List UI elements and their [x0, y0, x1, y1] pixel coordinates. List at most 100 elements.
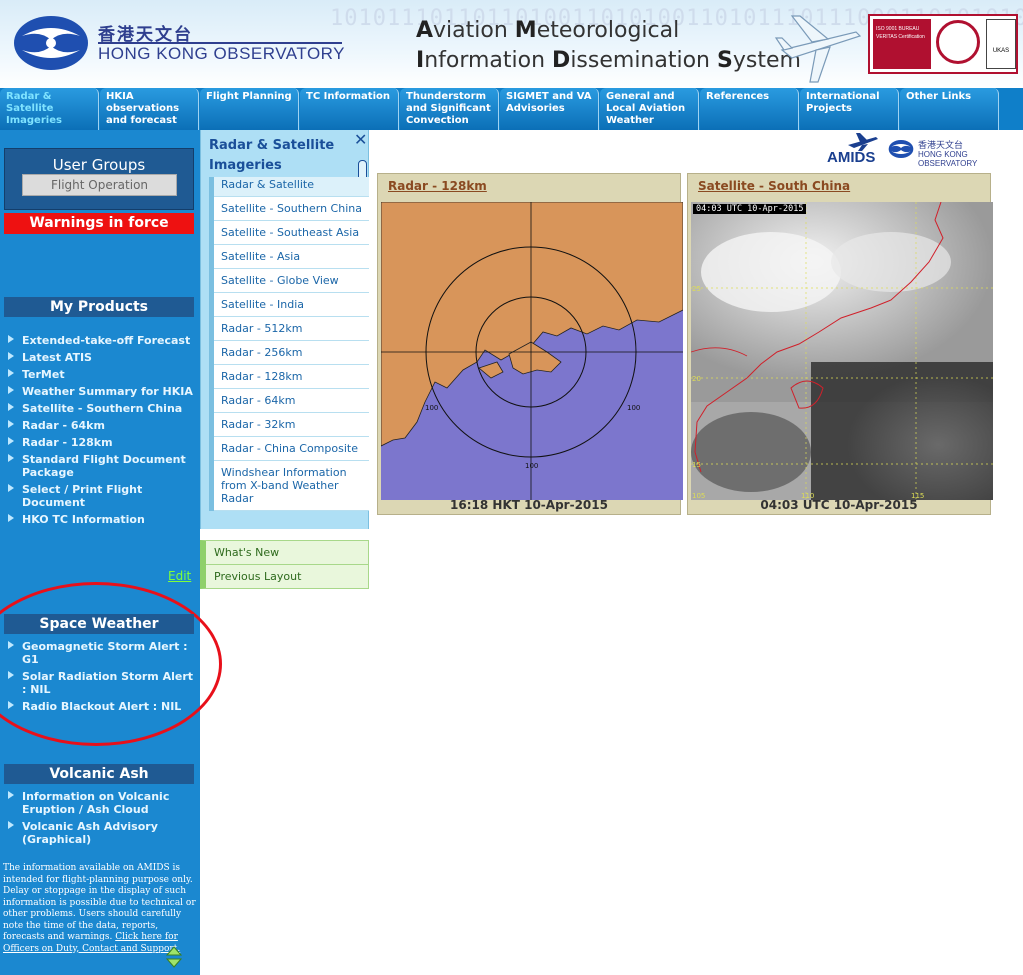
list-item[interactable]: Standard Flight Document Package: [5, 453, 195, 479]
list-item[interactable]: Volcanic Ash Advisory (Graphical): [5, 820, 195, 846]
submenu-title: Radar & Satellite Imageries: [209, 138, 335, 173]
satellite-panel-title-link[interactable]: Satellite - South China: [698, 179, 850, 193]
system-title-line1: Aviation Meteorological: [416, 18, 680, 43]
submenu-item[interactable]: Radar - 128km: [214, 365, 369, 389]
arrow-icon: [8, 437, 14, 445]
submenu-item[interactable]: Radar - China Composite: [214, 437, 369, 461]
airplane-icon: [774, 15, 862, 83]
tab-tc-information[interactable]: TC Information: [300, 88, 399, 130]
tab-sigmet-va[interactable]: SIGMET and VA Advisories: [500, 88, 599, 130]
tab-general-aviation-weather[interactable]: General and Local Aviation Weather: [600, 88, 699, 130]
tab-thunderstorm[interactable]: Thunderstorm and Significant Convection: [400, 88, 499, 130]
radar-ring-label: 100: [425, 404, 438, 412]
list-item[interactable]: Satellite - Southern China: [5, 402, 195, 415]
left-sidebar: User Groups Flight Operation Warnings in…: [0, 130, 222, 975]
tab-radar-satellite[interactable]: Radar & Satellite Imageries: [0, 88, 99, 130]
certification-seal-icon: [936, 20, 980, 64]
my-products-list: Extended-take-off Forecast Latest ATIS T…: [5, 334, 195, 530]
list-item[interactable]: Extended-take-off Forecast: [5, 334, 195, 347]
disclaimer-text: The information available on AMIDS is in…: [3, 863, 196, 954]
tab-other-links[interactable]: Other Links: [900, 88, 999, 130]
arrow-icon: [8, 352, 14, 360]
submenu-item[interactable]: Satellite - Southeast Asia: [214, 221, 369, 245]
satellite-timestamp: 04:03 UTC 10-Apr-2015: [760, 498, 918, 512]
list-item[interactable]: Radar - 128km: [5, 436, 195, 449]
arrow-icon: [8, 369, 14, 377]
submenu-item[interactable]: Satellite - India: [214, 293, 369, 317]
volcanic-ash-heading: Volcanic Ash: [4, 764, 194, 784]
hko-logo-icon[interactable]: [12, 14, 90, 72]
arrow-icon: [8, 821, 14, 829]
arrow-icon: [8, 420, 14, 428]
satellite-panel: Satellite - South China 25 20 15 105 110…: [687, 173, 993, 515]
volcanic-ash-list: Information on Volcanic Eruption / Ash C…: [5, 790, 195, 850]
close-icon[interactable]: ✕: [354, 130, 367, 149]
latitude-label: 15: [692, 461, 701, 469]
hko-small-logo-icon: [888, 140, 914, 158]
radar-panel-title-link[interactable]: Radar - 128km: [388, 179, 487, 193]
satellite-image[interactable]: 25 20 15 105 110 115 04:03 UTC 10-Apr-20…: [691, 202, 993, 500]
list-item[interactable]: Latest ATIS: [5, 351, 195, 364]
submenu-item[interactable]: Radar - 256km: [214, 341, 369, 365]
radar-ring-label: 100: [525, 462, 538, 470]
scroll-updown-icon[interactable]: [166, 946, 182, 968]
space-weather-heading: Space Weather: [4, 614, 194, 634]
submenu-item[interactable]: Satellite - Globe View: [214, 269, 369, 293]
submenu-item[interactable]: Satellite - Asia: [214, 245, 369, 269]
submenu-item[interactable]: Radar - 512km: [214, 317, 369, 341]
ukas-logo: UKAS: [986, 19, 1016, 69]
radar-timestamp: 16:18 HKT 10-Apr-2015: [450, 498, 608, 512]
submenu-item[interactable]: Windshear Information from X-band Weathe…: [214, 461, 369, 511]
tab-international-projects[interactable]: International Projects: [800, 88, 899, 130]
radar-panel: Radar - 128km 100 100 100 16:18 HKT 10-A…: [377, 173, 683, 515]
submenu-item[interactable]: Radar & Satellite: [214, 177, 369, 197]
edit-products-link[interactable]: Edit: [168, 569, 191, 583]
submenu-item[interactable]: Satellite - Southern China: [214, 197, 369, 221]
bureau-veritas-logo: ISO 9001 BUREAU VERITAS Certification: [873, 19, 931, 69]
hko-english-name: HONG KONG OBSERVATORY: [98, 44, 345, 63]
arrow-icon: [8, 403, 14, 411]
arrow-icon: [8, 514, 14, 522]
hko-small-logo[interactable]: 香港天文台 HONG KONG OBSERVATORY: [888, 136, 1012, 168]
page-root: 1010111011011010011010100110101110111000…: [0, 0, 1023, 975]
arrow-icon: [8, 484, 14, 492]
radar-image[interactable]: 100 100 100: [381, 202, 683, 500]
previous-layout-link[interactable]: Previous Layout: [206, 565, 368, 588]
tab-references[interactable]: References: [700, 88, 799, 130]
submenu-list: Radar & Satellite Satellite - Southern C…: [209, 177, 369, 511]
latitude-label: 20: [692, 375, 701, 383]
list-item[interactable]: Select / Print Flight Document: [5, 483, 195, 509]
user-group-select[interactable]: Flight Operation: [22, 174, 177, 196]
radar-satellite-submenu: Radar & Satellite Imageries ✕ Radar & Sa…: [200, 130, 369, 529]
list-item[interactable]: Geomagnetic Storm Alert : G1: [5, 640, 195, 666]
arrow-icon: [8, 454, 14, 462]
user-groups-panel: User Groups Flight Operation: [4, 148, 194, 210]
amids-logo-text[interactable]: AMIDS: [827, 149, 875, 166]
list-item[interactable]: Information on Volcanic Eruption / Ash C…: [5, 790, 195, 816]
user-groups-title: User Groups: [52, 156, 146, 174]
latitude-label: 25: [692, 285, 701, 293]
main-navigation: Radar & Satellite Imageries HKIA observa…: [0, 88, 1023, 130]
tab-flight-planning[interactable]: Flight Planning: [200, 88, 299, 130]
arrow-icon: [8, 641, 14, 649]
header-banner: 1010111011011010011010100110101110111000…: [0, 0, 1023, 88]
hko-small-english: HONG KONG OBSERVATORY: [918, 150, 978, 168]
tab-hkia-observations[interactable]: HKIA observations and forecast: [100, 88, 199, 130]
submenu-item[interactable]: Radar - 32km: [214, 413, 369, 437]
list-item[interactable]: Radar - 64km: [5, 419, 195, 432]
list-item[interactable]: Radio Blackout Alert : NIL: [5, 700, 195, 713]
whats-new-link[interactable]: What's New: [206, 541, 368, 565]
list-item[interactable]: Weather Summary for HKIA: [5, 385, 195, 398]
space-weather-list: Geomagnetic Storm Alert : G1 Solar Radia…: [5, 640, 195, 717]
radar-ring-label: 100: [627, 404, 640, 412]
my-products-heading: My Products: [4, 297, 194, 317]
list-item[interactable]: HKO TC Information: [5, 513, 195, 526]
system-title: Aviation Meteorological Information Diss…: [416, 16, 801, 76]
warnings-in-force-button[interactable]: Warnings in force: [4, 213, 194, 234]
list-item[interactable]: Solar Radiation Storm Alert : NIL: [5, 670, 195, 696]
satellite-image-timestamp: 04:03 UTC 10-Apr-2015: [693, 204, 807, 214]
submenu-item[interactable]: Radar - 64km: [214, 389, 369, 413]
arrow-icon: [8, 671, 14, 679]
arrow-icon: [8, 386, 14, 394]
list-item[interactable]: TerMet: [5, 368, 195, 381]
